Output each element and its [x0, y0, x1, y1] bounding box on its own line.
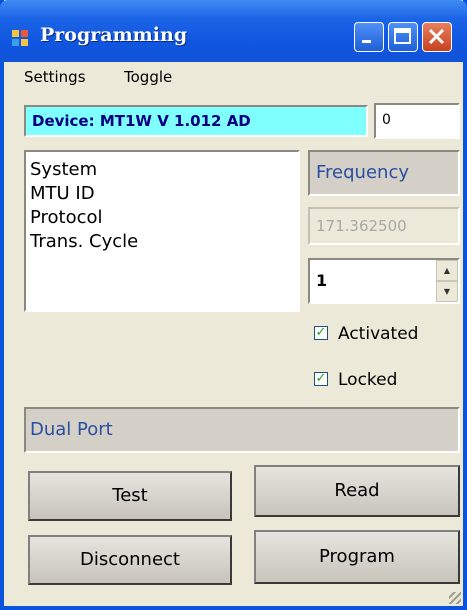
- port-label: Dual Port: [24, 407, 460, 453]
- activated-label: Activated: [338, 324, 419, 344]
- read-button[interactable]: Read: [254, 465, 460, 517]
- disconnect-button[interactable]: Disconnect: [28, 535, 232, 585]
- count-field[interactable]: 0: [374, 103, 460, 139]
- close-icon: [428, 28, 445, 45]
- programming-window: Programming Settings Toggle Device: MT1W…: [0, 0, 467, 610]
- parameter-list[interactable]: System MTU ID Protocol Trans. Cycle: [24, 150, 300, 312]
- device-label: Device: MT1W V 1.012 AD: [24, 105, 368, 137]
- frequency-field: 171.362500: [308, 207, 460, 245]
- close-button[interactable]: [422, 22, 452, 52]
- locked-label: Locked: [338, 370, 398, 390]
- program-button[interactable]: Program: [254, 530, 460, 584]
- minimize-icon: [362, 40, 371, 43]
- resize-grip[interactable]: [449, 592, 461, 604]
- maximize-icon: [394, 28, 411, 44]
- locked-checkbox[interactable]: ✓: [314, 372, 328, 386]
- minimize-button[interactable]: [354, 22, 384, 52]
- spin-up-arrow-icon: ▲: [443, 266, 451, 275]
- list-item[interactable]: MTU ID: [30, 182, 298, 206]
- maximize-button[interactable]: [388, 22, 418, 52]
- list-item[interactable]: System: [30, 158, 298, 182]
- test-button[interactable]: Test: [28, 471, 232, 521]
- title-bar[interactable]: Programming: [0, 0, 467, 62]
- app-window-icon: [12, 30, 30, 48]
- spin-down-button[interactable]: ▼: [436, 281, 458, 302]
- value-stepper[interactable]: 1 ▲ ▼: [308, 258, 460, 304]
- menu-toggle[interactable]: Toggle: [124, 68, 172, 86]
- list-item[interactable]: Trans. Cycle: [30, 230, 298, 254]
- menu-settings[interactable]: Settings: [24, 68, 86, 86]
- frequency-label: Frequency: [308, 150, 460, 196]
- menu-bar: Settings Toggle: [4, 62, 463, 92]
- window-title: Programming: [40, 24, 188, 46]
- spin-up-button[interactable]: ▲: [436, 260, 458, 281]
- list-item[interactable]: Protocol: [30, 206, 298, 230]
- stepper-value[interactable]: 1: [316, 260, 327, 302]
- activated-checkbox[interactable]: ✓: [314, 326, 328, 340]
- spin-down-arrow-icon: ▼: [443, 287, 451, 296]
